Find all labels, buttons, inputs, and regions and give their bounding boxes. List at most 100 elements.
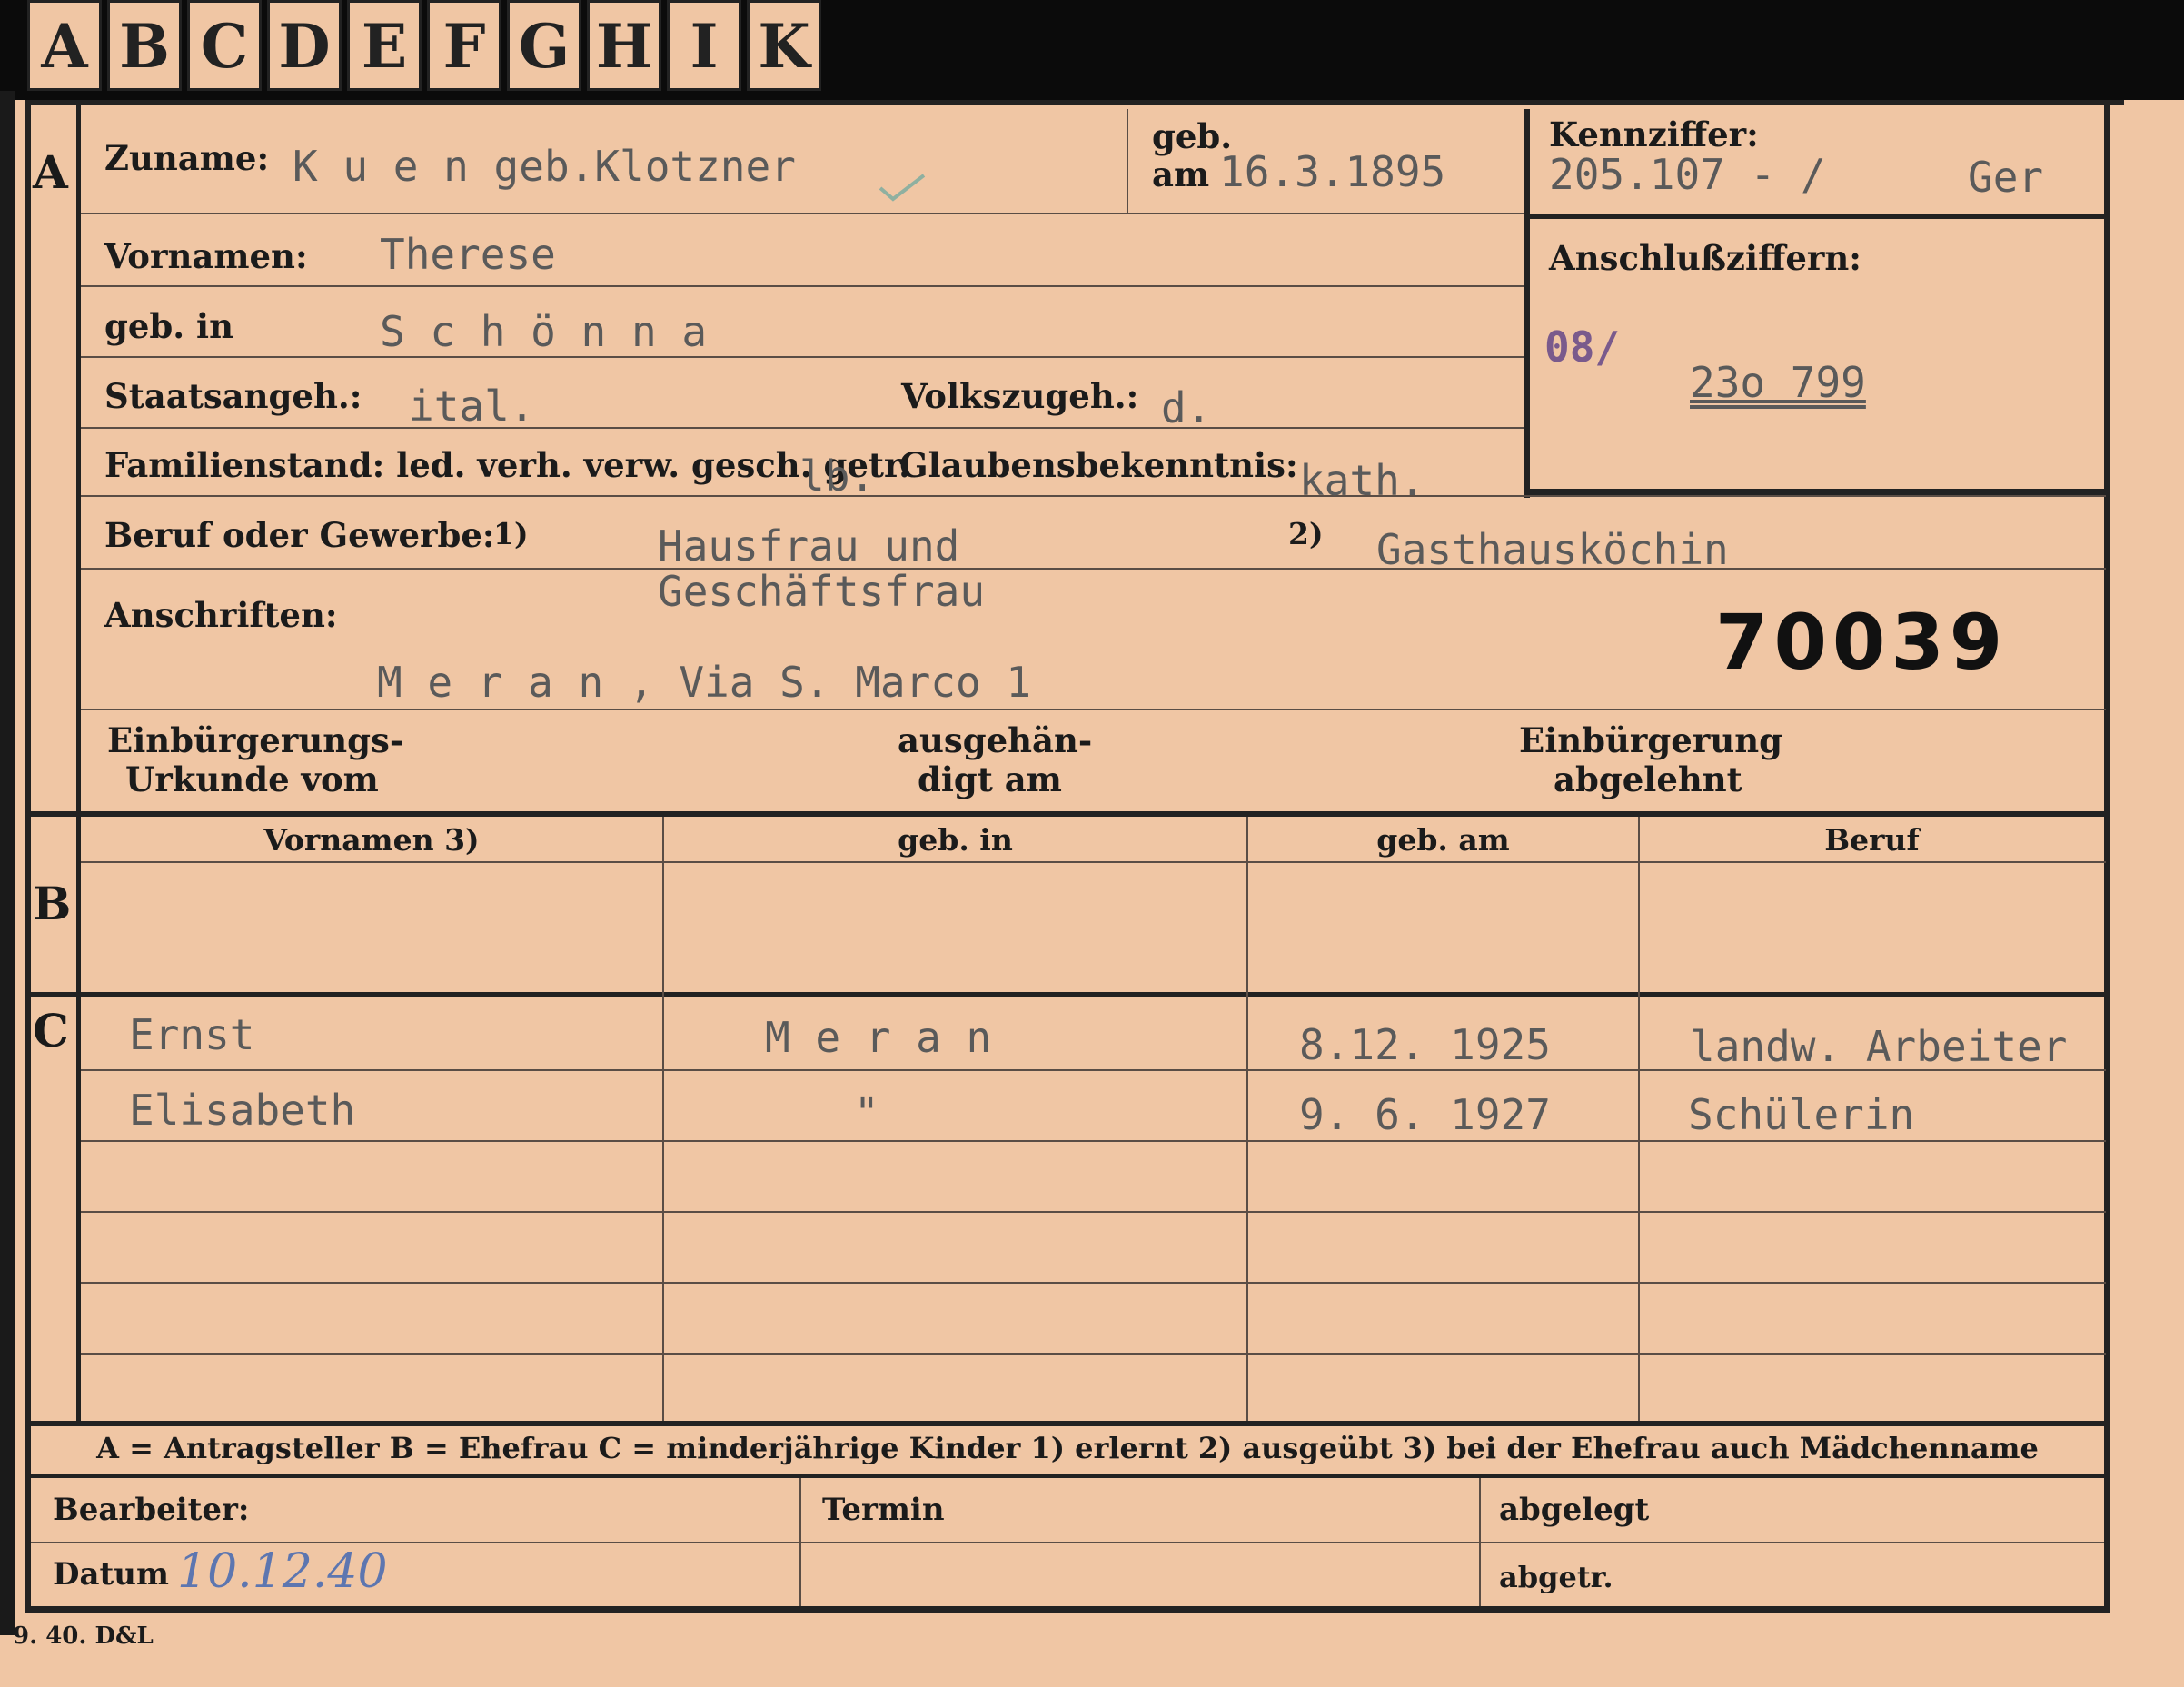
row-line bbox=[81, 568, 2106, 570]
frame-top bbox=[25, 100, 2124, 105]
firstname-value: Therese bbox=[380, 230, 556, 279]
citizenship-label: Staatsangeh.: bbox=[104, 376, 362, 416]
birthplace-label: geb. in bbox=[104, 306, 234, 346]
naturalization-label-2: Urkunde vom bbox=[125, 759, 379, 799]
marital-value: lb. bbox=[799, 452, 876, 501]
header-birthdate: geb. am bbox=[1376, 822, 1510, 858]
section-a-bottom bbox=[25, 811, 2110, 817]
tab-g[interactable]: G bbox=[507, 0, 581, 91]
child-row-line bbox=[81, 1211, 2106, 1213]
header-line bbox=[81, 861, 2106, 863]
print-code: 9. 40. D&L bbox=[13, 1622, 154, 1650]
section-c-bottom bbox=[25, 1421, 2110, 1426]
editor-label: Bearbeiter: bbox=[53, 1492, 250, 1528]
row-line bbox=[81, 213, 1524, 214]
rejected-label-1: Einbürgerung bbox=[1519, 720, 1783, 760]
anschluss-label: Anschlußziffern: bbox=[1549, 238, 1861, 278]
ethnicity-value: d. bbox=[1161, 383, 1212, 432]
kennziffer-label: Kennziffer: bbox=[1549, 114, 1759, 154]
address-label: Anschriften: bbox=[104, 595, 338, 635]
deadline-label: Termin bbox=[822, 1492, 945, 1528]
filed-label: abgelegt bbox=[1499, 1492, 1650, 1528]
handed-label-2: digt am bbox=[918, 759, 1062, 799]
anschluss-value: 23o 799 bbox=[1690, 358, 1866, 407]
footer-row-line bbox=[31, 1542, 2104, 1543]
tab-c[interactable]: C bbox=[187, 0, 262, 91]
kennziffer-box-divider bbox=[1524, 214, 2106, 219]
kennziffer-box-bottom bbox=[1524, 489, 2106, 495]
left-edge bbox=[0, 91, 15, 1635]
date-handwritten: 10.12.40 bbox=[177, 1544, 388, 1599]
firstname-label: Vornamen: bbox=[104, 236, 308, 276]
marital-label: Familienstand: led. verh. verw. gesch. g… bbox=[104, 445, 910, 485]
tab-d[interactable]: D bbox=[267, 0, 342, 91]
section-b-marker: B bbox=[33, 877, 72, 930]
row-line bbox=[81, 285, 1524, 287]
col-line-birthplace bbox=[662, 817, 664, 1421]
tab-i[interactable]: I bbox=[667, 0, 741, 91]
header-firstnames: Vornamen 3) bbox=[263, 822, 480, 858]
frame-left bbox=[25, 100, 31, 1613]
child-2-date: 9. 6. 1927 bbox=[1299, 1090, 1551, 1139]
legend-text: A = Antragsteller B = Ehefrau C = minder… bbox=[96, 1431, 2039, 1465]
tab-k[interactable]: K bbox=[747, 0, 821, 91]
section-column-line bbox=[76, 100, 81, 1422]
child-1-place: M e r a n bbox=[765, 1013, 992, 1062]
section-c-marker: C bbox=[33, 1004, 69, 1057]
birthplace-value: S c h ö n n a bbox=[380, 307, 708, 356]
profession-label: Beruf oder Gewerbe: bbox=[104, 515, 495, 555]
child-row-line bbox=[81, 1353, 2106, 1355]
row-line bbox=[81, 427, 1524, 429]
child-1-name: Ernst bbox=[129, 1010, 255, 1059]
section-b-bottom bbox=[25, 992, 2110, 997]
child-row-line bbox=[81, 1282, 2106, 1284]
child-1-date: 8.12. 1925 bbox=[1299, 1020, 1551, 1069]
surname-value: K u e n geb.Klotzner bbox=[293, 142, 796, 191]
religion-label: Glaubensbekenntnis: bbox=[899, 445, 1298, 485]
address-value: M e r a n , Via S. Marco 1 bbox=[377, 658, 1032, 707]
abgetr-label: abgetr. bbox=[1499, 1560, 1613, 1594]
kennziffer-suffix: Ger bbox=[1968, 153, 2044, 202]
born-date-value: 16.3.1895 bbox=[1219, 147, 1446, 196]
profession-note-1: 1) bbox=[493, 516, 529, 551]
born-label-2: am bbox=[1152, 154, 1210, 194]
child-2-place: " bbox=[854, 1088, 879, 1137]
tab-a[interactable]: A bbox=[27, 0, 102, 91]
profession-value-2: Gasthausköchin bbox=[1376, 525, 1729, 574]
child-2-profession: Schülerin bbox=[1688, 1090, 1915, 1139]
rejected-label-2: abgelehnt bbox=[1554, 759, 1742, 799]
religion-value: kath. bbox=[1299, 456, 1425, 505]
legend-bottom bbox=[25, 1474, 2110, 1478]
profession-note-2: 2) bbox=[1288, 516, 1324, 551]
child-1-profession: landw. Arbeiter bbox=[1690, 1022, 2068, 1071]
registration-card: ABCDEFGHIK A B C Zuname: K u e n geb.Klo… bbox=[0, 0, 2184, 1687]
tab-b[interactable]: B bbox=[107, 0, 182, 91]
check-mark-icon bbox=[879, 174, 926, 202]
kennziffer-box-left bbox=[1524, 109, 1530, 498]
row-line bbox=[81, 709, 2106, 710]
citizenship-value: ital. bbox=[409, 382, 535, 431]
header-birthplace: geb. in bbox=[898, 822, 1013, 858]
handed-label-1: ausgehän- bbox=[898, 720, 1093, 760]
surname-label: Zuname: bbox=[104, 138, 270, 178]
col-line-profession bbox=[1638, 817, 1640, 1421]
tab-f[interactable]: F bbox=[427, 0, 501, 91]
anschluss-prefix: 08/ bbox=[1544, 323, 1621, 372]
tab-e[interactable]: E bbox=[347, 0, 422, 91]
naturalization-label-1: Einbürgerungs- bbox=[107, 720, 404, 760]
file-number-stamp: 70039 bbox=[1715, 598, 2009, 687]
tab-h[interactable]: H bbox=[587, 0, 661, 91]
footer-bottom bbox=[25, 1606, 2110, 1613]
profession-value-1-line-2: Geschäftsfrau bbox=[658, 567, 986, 616]
child-2-name: Elisabeth bbox=[129, 1086, 356, 1135]
col-line-birthdate bbox=[1246, 817, 1248, 1421]
row-line bbox=[81, 356, 1524, 358]
date-label: Datum bbox=[53, 1556, 169, 1593]
profession-value-1-line-1: Hausfrau und bbox=[658, 521, 960, 571]
frame-right bbox=[2104, 100, 2110, 1613]
ethnicity-label: Volkszugeh.: bbox=[901, 376, 1139, 416]
section-a-marker: A bbox=[33, 145, 68, 199]
header-profession: Beruf bbox=[1824, 822, 1920, 858]
born-cell-divider bbox=[1127, 109, 1128, 213]
kennziffer-value: 205.107 - / bbox=[1549, 150, 1826, 199]
